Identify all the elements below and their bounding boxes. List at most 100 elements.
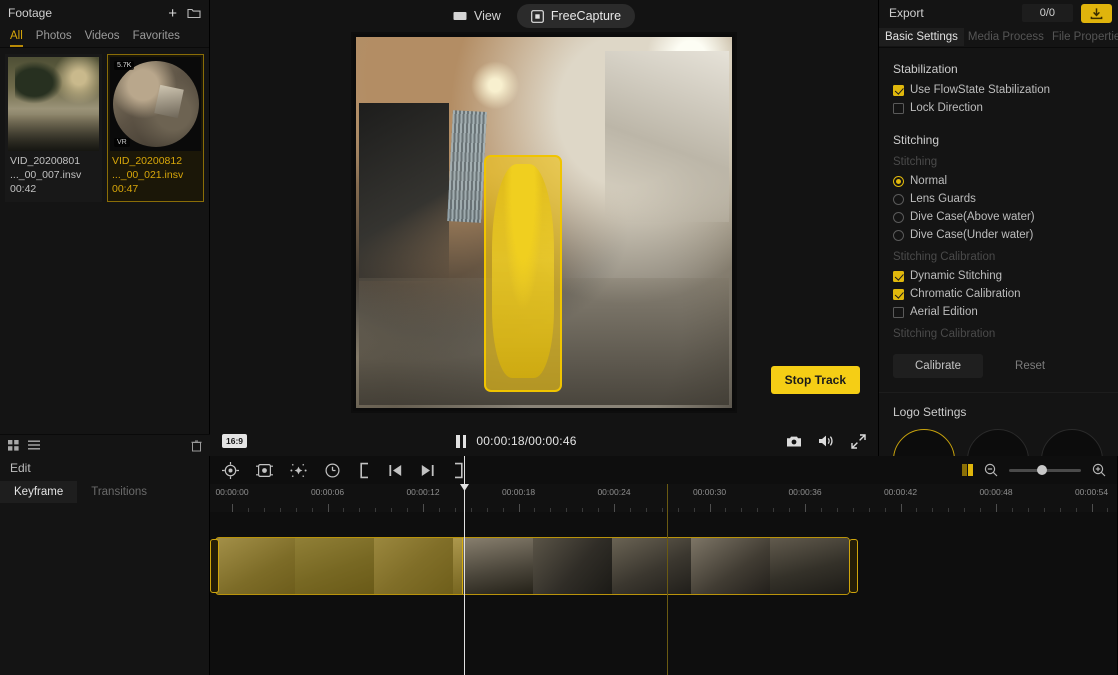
ruler-tick-major: [614, 504, 615, 512]
footage-footer: [0, 434, 210, 456]
stop-track-button[interactable]: Stop Track: [770, 366, 860, 394]
timeline-zoom-slider[interactable]: [1009, 465, 1081, 475]
option-aerial-edition[interactable]: Aerial Edition: [893, 305, 1106, 319]
option-label: Chromatic Calibration: [910, 288, 1021, 300]
option-normal[interactable]: Normal: [893, 174, 1106, 188]
freecapture-button[interactable]: FreeCapture: [516, 4, 636, 28]
footage-thumbnail: [8, 57, 99, 151]
ruler-tick-major: [1091, 504, 1093, 512]
option-label: Dive Case(Under water): [910, 229, 1034, 241]
pause-icon[interactable]: [456, 434, 467, 448]
ruler-tick-label: 00:00:12: [406, 487, 440, 497]
clip-selection-overlay: [216, 538, 463, 594]
ruler-tick-major: [423, 504, 424, 512]
footage-tab-all[interactable]: All: [10, 30, 23, 47]
view-button[interactable]: View: [453, 9, 501, 23]
calibrate-button[interactable]: Calibrate: [893, 354, 984, 378]
ruler-tick-major: [996, 504, 997, 512]
aspect-ratio-button[interactable]: 16:9: [222, 434, 248, 448]
camera-icon[interactable]: [786, 435, 802, 448]
prev-keyframe-icon[interactable]: [388, 463, 403, 478]
list-view-icon[interactable]: [28, 440, 40, 451]
option-lens-guards[interactable]: Lens Guards: [893, 192, 1106, 206]
next-keyframe-icon[interactable]: [420, 463, 435, 478]
radio-dive-case-under[interactable]: [893, 229, 904, 241]
footage-tab-videos[interactable]: Videos: [85, 30, 120, 47]
trash-icon[interactable]: [191, 440, 202, 452]
video-preview-wrap: Stop Track: [210, 31, 878, 413]
ruler-tick-major: [805, 504, 806, 512]
freecapture-label: FreeCapture: [550, 9, 622, 23]
export-header: Export 0/0: [879, 0, 1118, 26]
tab-basic-settings[interactable]: Basic Settings: [879, 27, 964, 46]
footage-item-1[interactable]: 5.7K VR VID_20200812 ..._00_021.insv 00:…: [107, 54, 204, 202]
timeline-clip[interactable]: [215, 537, 850, 595]
crop-frame-icon[interactable]: [256, 462, 273, 479]
footage-item-name-line1: VID_20200812: [112, 155, 183, 167]
speaker-icon[interactable]: [818, 434, 835, 448]
ruler-tick-major: [518, 504, 520, 512]
option-dive-case-above[interactable]: Dive Case(Above water): [893, 210, 1106, 224]
radio-lens-guards[interactable]: [893, 193, 904, 205]
timeline-toolbar: [210, 456, 1118, 484]
option-label: Normal: [910, 175, 948, 187]
tab-transitions[interactable]: Transitions: [77, 481, 161, 503]
plus-icon[interactable]: +: [168, 6, 177, 21]
option-label: Use FlowState Stabilization: [910, 84, 1050, 96]
player-controls: 16:9 00:00:18/00:00:46: [210, 426, 878, 456]
ruler-tick-major: [900, 504, 902, 512]
view-button-label: View: [473, 9, 501, 23]
grid-view-icon[interactable]: [8, 440, 19, 451]
option-label: Dive Case(Above water): [910, 211, 1035, 223]
folder-icon[interactable]: [187, 7, 201, 19]
footage-tab-photos[interactable]: Photos: [36, 30, 72, 47]
checkbox-aerial-edition[interactable]: [893, 306, 904, 318]
tab-media-process[interactable]: Media Process: [964, 29, 1048, 45]
option-dynamic-stitching[interactable]: Dynamic Stitching: [893, 269, 1106, 283]
footage-item-name-line2: ..._00_007.insv: [10, 169, 82, 181]
screen-icon: [453, 11, 467, 22]
video-preview[interactable]: [351, 31, 737, 413]
stitching-calibration-label: Stitching Calibration: [893, 251, 996, 263]
option-chromatic-calibration[interactable]: Chromatic Calibration: [893, 287, 1106, 301]
option-dive-case-under[interactable]: Dive Case(Under water): [893, 228, 1106, 242]
target-keyframe-icon[interactable]: [222, 461, 239, 479]
option-flowstate-stabilization[interactable]: Use FlowState Stabilization: [893, 83, 1106, 97]
checkbox-chromatic-calibration[interactable]: [893, 288, 904, 300]
resolution-badge: 5.7K: [114, 61, 135, 70]
footage-grid: VID_20200801 ..._00_007.insv 00:42 5.7K …: [0, 48, 209, 208]
clip-trim-handle-right[interactable]: [849, 539, 858, 593]
sparkle-effect-icon[interactable]: [290, 462, 307, 479]
mark-in-icon[interactable]: [358, 462, 371, 479]
reset-button[interactable]: Reset: [993, 354, 1067, 378]
checkbox-flowstate[interactable]: [893, 84, 904, 96]
speed-clock-icon[interactable]: [324, 462, 341, 479]
footage-tab-favorites[interactable]: Favorites: [133, 30, 180, 47]
ruler-tick-label: 00:00:30: [692, 487, 727, 497]
export-download-icon[interactable]: [1081, 3, 1112, 23]
fullscreen-icon[interactable]: [851, 433, 866, 449]
checkbox-dynamic-stitching[interactable]: [893, 270, 904, 282]
stitching-title: Stitching: [893, 133, 940, 147]
timeline-playhead[interactable]: [460, 456, 469, 675]
zoom-in-icon[interactable]: [1092, 463, 1106, 477]
footage-item-0[interactable]: VID_20200801 ..._00_007.insv 00:42: [5, 54, 102, 202]
ruler-tick-label: 00:00:06: [310, 487, 345, 497]
marker-range-icon[interactable]: [961, 464, 973, 476]
timeline-ruler[interactable]: 00:00:00 00:00:06 00:00:12 00:00:18 00:00:24…: [210, 484, 1118, 512]
tab-keyframe[interactable]: Keyframe: [0, 481, 78, 503]
zoom-slider-knob[interactable]: [1037, 465, 1047, 475]
radio-normal[interactable]: [893, 175, 904, 187]
checkbox-lock-direction[interactable]: [893, 102, 904, 114]
calibration-buttons: Calibrate Reset: [893, 354, 1106, 378]
tracking-box[interactable]: [483, 154, 562, 393]
option-label: Aerial Edition: [910, 306, 978, 318]
option-lock-direction[interactable]: Lock Direction: [893, 101, 1106, 115]
tab-file-properties[interactable]: File Properties: [1048, 29, 1118, 45]
stitching-calibration-label-2: Stitching Calibration: [893, 328, 996, 340]
clip-trim-handle-left[interactable]: [210, 539, 219, 593]
radio-dive-case-above[interactable]: [893, 211, 904, 223]
zoom-out-icon[interactable]: [984, 463, 998, 477]
footage-item-duration: 00:47: [112, 183, 139, 195]
ruler-tick-label: 00:00:18: [501, 487, 536, 497]
